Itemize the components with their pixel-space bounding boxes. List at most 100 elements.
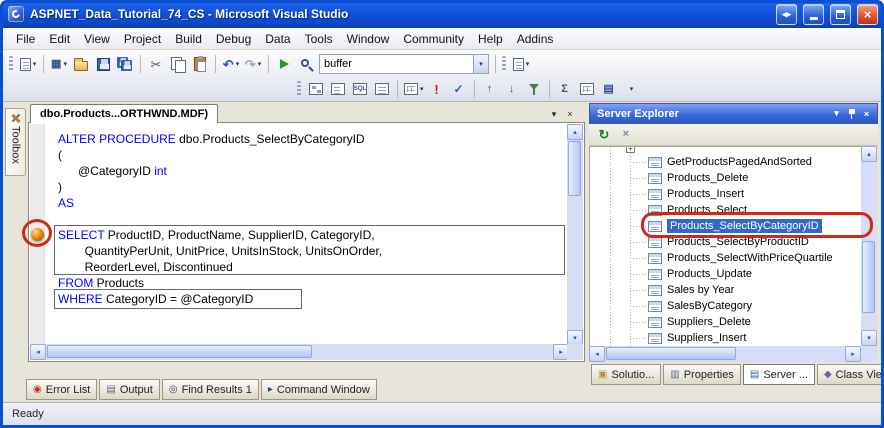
scroll-left-button[interactable]: ◂ — [589, 346, 605, 362]
scrollbar-thumb[interactable] — [862, 241, 875, 313]
remove-filter-button[interactable] — [523, 78, 545, 100]
window-nav-button[interactable]: ◂▸ — [776, 4, 797, 25]
show-results-pane-button[interactable] — [371, 78, 393, 100]
document-tab[interactable]: dbo.Products...ORTHWND.MDF) — [30, 104, 218, 123]
tab-server[interactable]: ▤Server ... — [743, 364, 815, 385]
toolbar-grip[interactable] — [9, 56, 13, 72]
menu-item-tools[interactable]: Tools — [298, 29, 340, 49]
server-explorer-tree[interactable]: + GetProductsPagedAndSortedProducts_Dele… — [589, 146, 861, 346]
menu-item-file[interactable]: File — [9, 29, 42, 49]
find-combo[interactable]: buffer ▾ — [319, 54, 489, 74]
redo-button[interactable]: ↷▾ — [242, 53, 264, 75]
scroll-right-button[interactable]: ▸ — [845, 346, 861, 362]
menu-item-debug[interactable]: Debug — [209, 29, 258, 49]
close-panel-button[interactable]: × — [859, 106, 874, 121]
tab-commandwindow[interactable]: ▸Command Window — [261, 379, 377, 400]
show-sql-pane-button[interactable] — [349, 78, 371, 100]
show-diagram-pane-icon — [309, 83, 323, 95]
server-explorer-titlebar[interactable]: Server Explorer ▾ × — [589, 103, 878, 124]
refresh-icon: ↻ — [599, 128, 610, 141]
save-all-button[interactable] — [114, 53, 136, 75]
toolbar-options-button[interactable]: ▾ — [510, 53, 532, 75]
tab-solutio[interactable]: ▣Solutio... — [591, 364, 661, 385]
tree-item-suppliers-insert[interactable]: Suppliers_Insert — [590, 330, 861, 346]
scroll-left-button[interactable]: ◂ — [30, 344, 46, 360]
copy-button[interactable] — [167, 53, 189, 75]
play-icon — [280, 59, 289, 69]
group-by-button[interactable]: Σ — [554, 78, 576, 100]
tree-item-products-select[interactable]: Products_Select — [590, 202, 861, 218]
scroll-down-button[interactable]: ▾ — [861, 330, 877, 346]
editor-horizontal-scrollbar[interactable]: ◂ ▸ — [30, 344, 569, 360]
change-type-button[interactable]: ▾ — [402, 78, 426, 100]
show-diagram-pane-button[interactable] — [305, 78, 327, 100]
tab-classview[interactable]: ◆Class View — [817, 364, 884, 385]
tree-item-getproductspagedandsorted[interactable]: GetProductsPagedAndSorted — [590, 154, 861, 170]
tree-horizontal-scrollbar[interactable]: ◂ ▸ — [589, 346, 861, 362]
tree-item-sales-by-year[interactable]: Sales by Year — [590, 282, 861, 298]
find-button[interactable] — [295, 53, 317, 75]
open-file-button[interactable] — [70, 53, 92, 75]
tab-properties[interactable]: ▥Properties — [663, 364, 741, 385]
save-button[interactable] — [92, 53, 114, 75]
tree-item-products-update[interactable]: Products_Update — [590, 266, 861, 282]
menu-item-data[interactable]: Data — [258, 29, 297, 49]
tree-item-products-delete[interactable]: Products_Delete — [590, 170, 861, 186]
properties-window-button[interactable]: ▤ — [598, 78, 620, 100]
code-area[interactable]: ALTER PROCEDURE dbo.Products_SelectByCat… — [58, 131, 382, 307]
tree-item-products-selectbyproductid[interactable]: Products_SelectByProductID — [590, 234, 861, 250]
execute-sql-button[interactable]: ! — [426, 78, 448, 100]
toolbar-separator — [495, 55, 496, 73]
menu-item-view[interactable]: View — [77, 29, 117, 49]
tree-expander-icon[interactable]: + — [626, 146, 635, 153]
sort-descending-button[interactable]: ↓ — [501, 78, 523, 100]
auto-hide-button[interactable] — [844, 106, 859, 121]
scroll-up-button[interactable]: ▴ — [567, 124, 583, 140]
tree-vertical-scrollbar[interactable]: ▴ ▾ — [861, 146, 877, 346]
combo-dropdown-button[interactable]: ▾ — [473, 55, 488, 73]
close-button[interactable]: × — [857, 4, 878, 25]
scroll-up-button[interactable]: ▴ — [861, 146, 877, 162]
add-item-button[interactable]: ▦▾ — [48, 53, 70, 75]
close-document-button[interactable]: × — [563, 107, 577, 121]
menu-item-help[interactable]: Help — [471, 29, 510, 49]
scrollbar-thumb[interactable] — [606, 347, 736, 360]
toolbox-tab[interactable]: Toolbox — [5, 108, 26, 176]
toolbar-grip[interactable] — [297, 81, 301, 97]
scrollbar-thumb[interactable] — [568, 141, 581, 196]
scrollbar-thumb[interactable] — [47, 345, 312, 358]
refresh-button[interactable]: ↻ — [593, 124, 615, 146]
tree-item-products-selectwithpricequartile[interactable]: Products_SelectWithPriceQuartile — [590, 250, 861, 266]
sort-ascending-button[interactable]: ↑ — [479, 78, 501, 100]
add-table-button[interactable] — [576, 78, 598, 100]
menu-item-project[interactable]: Project — [117, 29, 168, 49]
tree-item-suppliers-delete[interactable]: Suppliers_Delete — [590, 314, 861, 330]
toolbar-grip[interactable] — [502, 56, 506, 72]
menu-item-build[interactable]: Build — [168, 29, 209, 49]
stop-refresh-button[interactable]: × — [615, 124, 637, 146]
document-list-button[interactable]: ▾ — [547, 107, 561, 121]
start-debugging-button[interactable] — [273, 53, 295, 75]
tab-findresults1[interactable]: ◎Find Results 1 — [162, 379, 259, 400]
window-position-button[interactable]: ▾ — [829, 106, 844, 121]
menu-item-community[interactable]: Community — [396, 29, 471, 49]
verify-sql-button[interactable]: ✓ — [448, 78, 470, 100]
paste-button[interactable] — [189, 53, 211, 75]
maximize-button[interactable] — [830, 4, 851, 25]
undo-button[interactable]: ↶▾ — [220, 53, 242, 75]
menu-item-window[interactable]: Window — [340, 29, 397, 49]
menu-item-edit[interactable]: Edit — [42, 29, 77, 49]
stored-procedure-icon — [648, 237, 662, 248]
new-project-button[interactable]: ▾ — [17, 53, 39, 75]
show-criteria-pane-button[interactable] — [327, 78, 349, 100]
tree-item-products-insert[interactable]: Products_Insert — [590, 186, 861, 202]
cut-button[interactable]: ✂ — [145, 53, 167, 75]
menu-item-addins[interactable]: Addins — [510, 29, 561, 49]
editor-vertical-scrollbar[interactable]: ▴ ▾ — [567, 124, 583, 346]
tab-errorlist[interactable]: ◉Error List — [26, 379, 97, 400]
toolbar-overflow-button[interactable]: ▾ — [620, 78, 642, 100]
tree-item-products-selectbycategoryid[interactable]: Products_SelectByCategoryID — [590, 218, 861, 234]
minimize-button[interactable] — [803, 4, 824, 25]
tab-output[interactable]: ▤Output — [99, 379, 159, 400]
tree-item-salesbycategory[interactable]: SalesByCategory — [590, 298, 861, 314]
